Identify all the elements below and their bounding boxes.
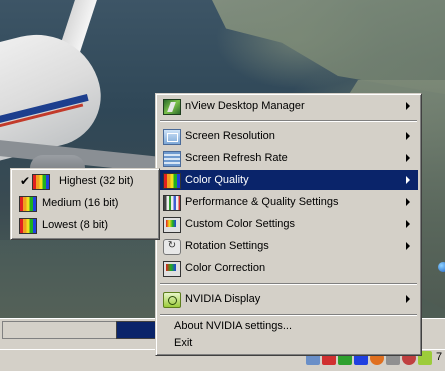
refresh-rate-icon xyxy=(163,151,181,167)
submenu-item-highest[interactable]: ✔ Highest (32 bit) xyxy=(14,171,156,191)
submenu-arrow-icon xyxy=(406,176,410,184)
submenu-arrow-icon xyxy=(406,242,410,250)
nvidia-context-menu: nView Desktop Manager Screen Resolution … xyxy=(155,93,422,356)
menu-item-about[interactable]: About NVIDIA settings... xyxy=(159,318,418,335)
submenu-arrow-icon xyxy=(406,198,410,206)
nview-icon xyxy=(163,99,181,115)
menu-item-custom-color[interactable]: Custom Color Settings xyxy=(159,214,418,234)
performance-icon xyxy=(163,195,181,211)
taskbar-active-button[interactable] xyxy=(116,321,158,339)
globe-icon xyxy=(438,262,445,272)
color-quality-icon xyxy=(32,174,50,190)
screen-resolution-icon xyxy=(163,129,181,145)
menu-item-rotation[interactable]: ↻ Rotation Settings xyxy=(159,236,418,256)
menu-item-nvidia-display[interactable]: NVIDIA Display xyxy=(159,289,418,309)
submenu-arrow-icon xyxy=(406,154,410,162)
nvidia-display-icon xyxy=(163,292,181,308)
submenu-arrow-icon xyxy=(406,220,410,228)
color-quality-icon xyxy=(19,196,37,212)
menu-item-exit[interactable]: Exit xyxy=(159,335,418,352)
checkmark-icon: ✔ xyxy=(20,174,31,188)
menu-item-performance[interactable]: Performance & Quality Settings xyxy=(159,192,418,212)
terrain xyxy=(0,240,180,320)
menu-separator xyxy=(160,283,417,285)
color-quality-submenu: ✔ Highest (32 bit) Medium (16 bit) Lowes… xyxy=(10,168,160,240)
menu-separator xyxy=(160,120,417,122)
tray-clock: 7 xyxy=(436,351,443,363)
menu-item-refresh-rate[interactable]: Screen Refresh Rate xyxy=(159,148,418,168)
menu-item-color-quality[interactable]: Color Quality xyxy=(159,170,418,190)
color-quality-icon xyxy=(163,173,181,189)
submenu-item-medium[interactable]: Medium (16 bit) xyxy=(14,193,156,213)
menu-item-nview[interactable]: nView Desktop Manager xyxy=(159,96,418,116)
menu-separator xyxy=(160,314,417,316)
color-correction-icon xyxy=(163,261,181,277)
submenu-arrow-icon xyxy=(406,102,410,110)
rotation-icon: ↻ xyxy=(163,239,181,255)
menu-item-color-correction[interactable]: Color Correction xyxy=(159,258,418,278)
color-quality-icon xyxy=(19,218,37,234)
submenu-item-lowest[interactable]: Lowest (8 bit) xyxy=(14,215,156,235)
submenu-arrow-icon xyxy=(406,132,410,140)
menu-item-screen-resolution[interactable]: Screen Resolution xyxy=(159,126,418,146)
submenu-arrow-icon xyxy=(406,295,410,303)
custom-color-icon xyxy=(163,217,181,233)
